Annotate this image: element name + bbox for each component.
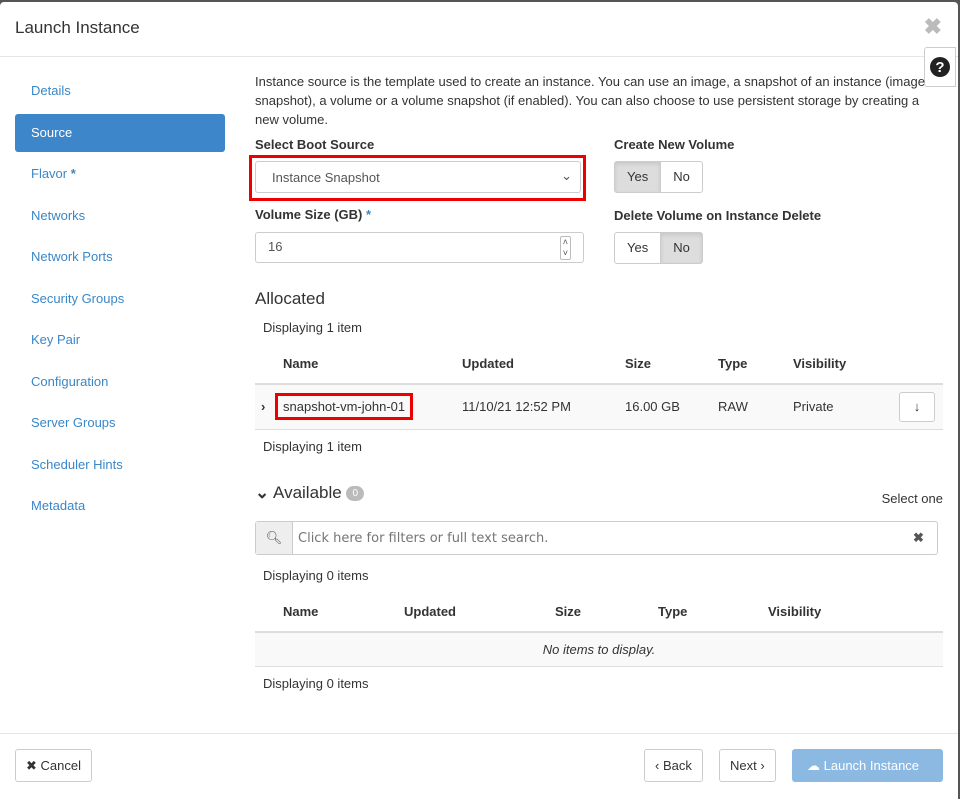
sidebar-item-label: Configuration [31, 373, 109, 389]
create-volume-label: Create New Volume [614, 137, 735, 152]
boot-source-value: Instance Snapshot [272, 170, 380, 185]
cell-updated: 11/10/21 12:52 PM [461, 384, 624, 430]
launch-instance-button[interactable]: ☁ Launch Instance [792, 749, 943, 782]
sidebar-item-metadata[interactable]: Metadata [15, 487, 225, 525]
modal-header: Launch Instance ✖ [0, 2, 958, 57]
column-size: Size [624, 344, 717, 385]
sidebar-item-network-ports[interactable]: Network Ports [15, 238, 225, 276]
boot-source-select[interactable]: Instance Snapshot ⌄ [255, 161, 581, 193]
delete-volume-label: Delete Volume on Instance Delete [614, 208, 822, 223]
cell-size: 16.00 GB [624, 384, 717, 430]
sidebar-item-flavor[interactable]: Flavor * [15, 155, 225, 193]
chevron-down-icon: ⌄ [255, 483, 270, 502]
column-visibility: Visibility [767, 592, 943, 633]
sidebar-item-details[interactable]: Details [15, 72, 225, 110]
sidebar-item-label: Server Groups [31, 415, 116, 430]
modal-title: Launch Instance [15, 18, 140, 37]
spinner-icon[interactable]: ˄ ˅ [559, 236, 571, 260]
back-button[interactable]: ‹ Back [644, 749, 703, 782]
create-volume-toggle: Yes No [614, 161, 703, 193]
table-row: › snapshot-vm-john-01 11/10/21 12:52 PM … [255, 384, 943, 430]
sidebar-item-networks[interactable]: Networks [15, 197, 225, 235]
sidebar-item-source[interactable]: Source [15, 113, 225, 152]
table-header: Name Updated Size Type Visibility [255, 344, 943, 385]
column-name: Name [282, 344, 461, 385]
search-icon: 🔍︎ [256, 522, 293, 554]
cancel-button[interactable]: ✖ Cancel [15, 749, 92, 782]
allocated-count-bottom: Displaying 1 item [263, 439, 362, 454]
sidebar-item-scheduler-hints[interactable]: Scheduler Hints [15, 446, 225, 484]
delete-volume-toggle: Yes No [614, 232, 703, 264]
volume-size-value: 16 [268, 239, 283, 254]
sidebar-item-label: Networks [31, 207, 86, 223]
column-type: Type [657, 592, 767, 633]
empty-message: No items to display. [255, 632, 943, 667]
allocated-count-top: Displaying 1 item [263, 320, 362, 335]
close-icon: ✖ [26, 758, 37, 773]
sidebar-item-label: Metadata [31, 498, 86, 513]
required-marker: * [70, 166, 76, 181]
sidebar-item-server-groups[interactable]: Server Groups [15, 404, 225, 442]
filter-search: 🔍︎ ✖ [255, 521, 938, 555]
column-type: Type [717, 344, 792, 385]
column-size: Size [554, 592, 657, 633]
highlighted-name: snapshot-vm-john-01 [275, 393, 414, 421]
chevron-down-icon: ⌄ [561, 168, 572, 183]
source-panel: Instance source is the template used to … [249, 72, 943, 691]
column-visibility: Visibility [792, 344, 876, 385]
delete-volume-no[interactable]: No [661, 232, 703, 264]
sidebar-item-label: Security Groups [31, 290, 125, 306]
delete-volume-yes[interactable]: Yes [614, 232, 662, 264]
cell-visibility: Private [792, 384, 876, 430]
close-icon[interactable]: ✖ [924, 14, 942, 40]
clear-icon[interactable]: ✖ [913, 522, 937, 554]
create-volume-yes[interactable]: Yes [614, 161, 662, 193]
create-volume-no[interactable]: No [661, 161, 703, 193]
intro-text: Instance source is the template used to … [255, 74, 925, 127]
volume-size-label: Volume Size (GB) * [255, 207, 372, 222]
column-updated: Updated [461, 344, 624, 385]
select-one-hint: Select one [881, 491, 943, 506]
chevron-left-icon: ‹ [655, 758, 660, 773]
cell-type: RAW [717, 384, 792, 430]
column-updated: Updated [403, 592, 554, 633]
empty-row: No items to display. [255, 632, 943, 667]
allocated-table: Name Updated Size Type Visibility › snapshot… [255, 344, 943, 430]
sidebar-item-label: Flavor [31, 166, 68, 181]
cell-name: snapshot-vm-john-01 [275, 384, 461, 430]
boot-source-label: Select Boot Source [255, 137, 375, 152]
sidebar-item-label: Source [31, 124, 73, 140]
launch-instance-modal: Launch Instance ✖ ? Details Source Flavo… [0, 2, 958, 799]
available-toggle[interactable]: ⌄ Available 0 [255, 483, 365, 503]
available-count-top: Displaying 0 items [263, 568, 369, 583]
chevron-right-icon: › [760, 758, 765, 773]
volume-size-input[interactable]: 16 ˄ ˅ [255, 232, 584, 263]
available-count-badge: 0 [346, 486, 365, 502]
allocated-title: Allocated [255, 289, 325, 308]
sidebar-item-security-groups[interactable]: Security Groups [15, 280, 225, 318]
sidebar-item-label: Key Pair [31, 332, 81, 347]
available-title: Available [273, 483, 342, 502]
column-name: Name [282, 592, 403, 633]
wizard-sidebar: Details Source Flavor * Networks Network… [15, 72, 225, 529]
cloud-upload-icon: ☁ [807, 758, 820, 773]
sidebar-item-label: Network Ports [31, 249, 113, 264]
sidebar-item-label: Details [31, 83, 71, 98]
sidebar-item-label: Scheduler Hints [31, 456, 123, 472]
available-table: Name Updated Size Type Visibility No items t… [255, 592, 943, 667]
sidebar-item-configuration[interactable]: Configuration [15, 363, 225, 401]
table-header: Name Updated Size Type Visibility [255, 592, 943, 633]
sidebar-item-key-pair[interactable]: Key Pair [15, 321, 225, 359]
modal-footer [0, 733, 958, 734]
deallocate-button[interactable]: ↓ [899, 391, 935, 422]
next-button[interactable]: Next › [719, 749, 776, 782]
search-input[interactable] [293, 522, 913, 554]
available-count-bottom: Displaying 0 items [263, 676, 369, 691]
